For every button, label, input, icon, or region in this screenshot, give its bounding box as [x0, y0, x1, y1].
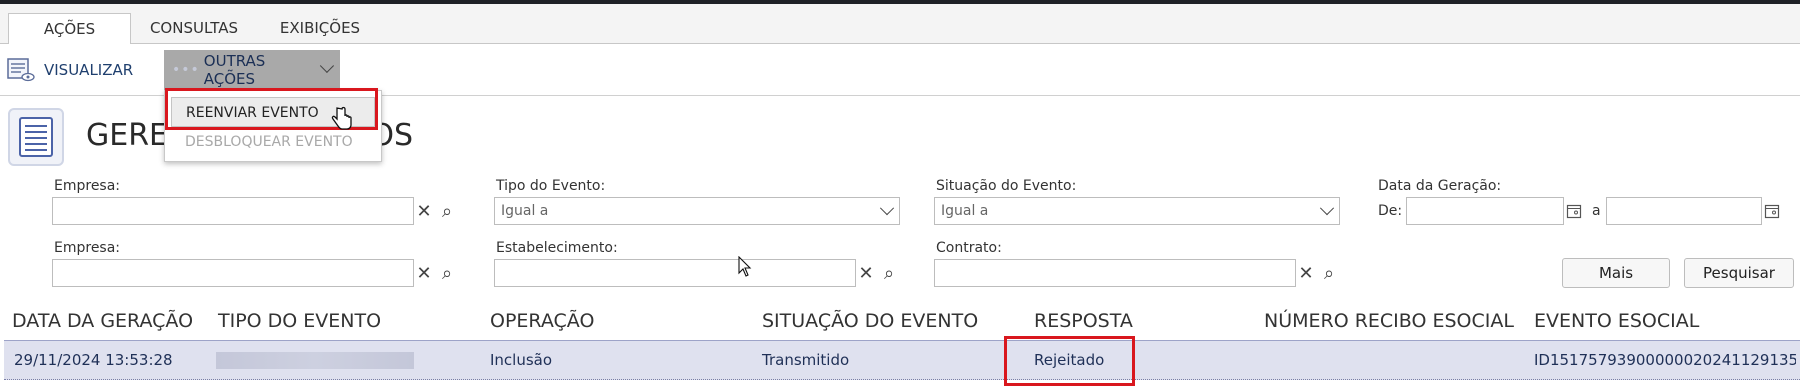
column-header-situacao-evento[interactable]: SITUAÇÃO DO EVENTO	[762, 310, 978, 332]
contrato-input[interactable]	[934, 259, 1296, 287]
column-header-data-geracao[interactable]: DATA DA GERAÇÃO	[12, 310, 193, 332]
empresa2-label: Empresa:	[54, 240, 121, 256]
column-header-resposta[interactable]: RESPOSTA	[1034, 310, 1133, 332]
clear-icon[interactable]: ✕	[1296, 261, 1316, 285]
outras-acoes-button[interactable]: ••• OUTRAS AÇÕES	[164, 50, 340, 90]
empresa-input[interactable]	[52, 197, 414, 225]
events-list-icon	[8, 108, 64, 166]
column-header-tipo-evento[interactable]: TIPO DO EVENTO	[218, 310, 381, 332]
search-icon[interactable]: ⌕	[1318, 261, 1340, 285]
data-geracao-label: Data da Geração:	[1378, 178, 1502, 194]
cell-evento-esocial: ID1517579390000002024112913535...	[1534, 351, 1796, 369]
cell-situacao: Transmitido	[762, 351, 850, 369]
empresa-label: Empresa:	[54, 178, 121, 194]
tipo-evento-value: Igual a	[501, 203, 549, 219]
outras-acoes-label: OUTRAS AÇÕES	[203, 52, 266, 88]
cell-data-geracao: 29/11/2024 13:53:28	[14, 351, 173, 369]
calendar-icon[interactable]	[1762, 201, 1782, 221]
chevron-down-icon[interactable]	[1316, 199, 1338, 223]
estabelecimento-input[interactable]	[494, 259, 856, 287]
cell-operacao: Inclusão	[490, 351, 553, 369]
more-dots-icon: •••	[172, 62, 200, 78]
calendar-icon[interactable]	[1564, 201, 1584, 221]
document-view-icon	[6, 57, 36, 83]
data-de-input[interactable]	[1406, 197, 1564, 225]
visualizar-button[interactable]: VISUALIZAR	[6, 50, 133, 90]
mais-button[interactable]: Mais	[1562, 258, 1670, 288]
de-label: De:	[1378, 203, 1403, 219]
tipo-evento-label: Tipo do Evento:	[496, 178, 606, 194]
search-icon[interactable]: ⌕	[436, 199, 458, 223]
data-ate-input[interactable]	[1606, 197, 1762, 225]
tipo-evento-select[interactable]: Igual a	[494, 197, 900, 225]
empresa2-input[interactable]	[52, 259, 414, 287]
pesquisar-button[interactable]: Pesquisar	[1684, 258, 1794, 288]
highlight-box-rejeitado	[1004, 336, 1135, 386]
hand-cursor-icon	[330, 106, 352, 136]
situacao-evento-select[interactable]: Igual a	[934, 197, 1340, 225]
a-label: a	[1592, 203, 1601, 219]
chevron-down-icon	[320, 58, 335, 73]
arrow-cursor-icon	[738, 255, 752, 282]
clear-icon[interactable]: ✕	[414, 261, 434, 285]
tab-consultas[interactable]: CONSULTAS	[144, 13, 244, 45]
cell-tipo-evento-redacted	[216, 352, 414, 369]
situacao-evento-value: Igual a	[941, 203, 989, 219]
chevron-down-icon[interactable]	[876, 199, 898, 223]
column-header-operacao[interactable]: OPERAÇÃO	[490, 310, 594, 332]
tab-acoes[interactable]: AÇÕES	[8, 13, 131, 45]
situacao-evento-label: Situação do Evento:	[936, 178, 1077, 194]
clear-icon[interactable]: ✕	[414, 199, 434, 223]
tab-exibicoes[interactable]: EXIBIÇÕES	[270, 13, 370, 45]
clear-icon[interactable]: ✕	[856, 261, 876, 285]
contrato-label: Contrato:	[936, 240, 1002, 256]
visualizar-label: VISUALIZAR	[44, 61, 134, 79]
column-header-numero-recibo[interactable]: NÚMERO RECIBO ESOCIAL	[1264, 310, 1514, 332]
column-header-evento-esocial[interactable]: EVENTO ESOCIAL	[1534, 310, 1699, 332]
ribbon-tabs: AÇÕES CONSULTAS EXIBIÇÕES	[0, 4, 1800, 45]
search-icon[interactable]: ⌕	[878, 261, 900, 285]
search-icon[interactable]: ⌕	[436, 261, 458, 285]
estabelecimento-label: Estabelecimento:	[496, 240, 618, 256]
